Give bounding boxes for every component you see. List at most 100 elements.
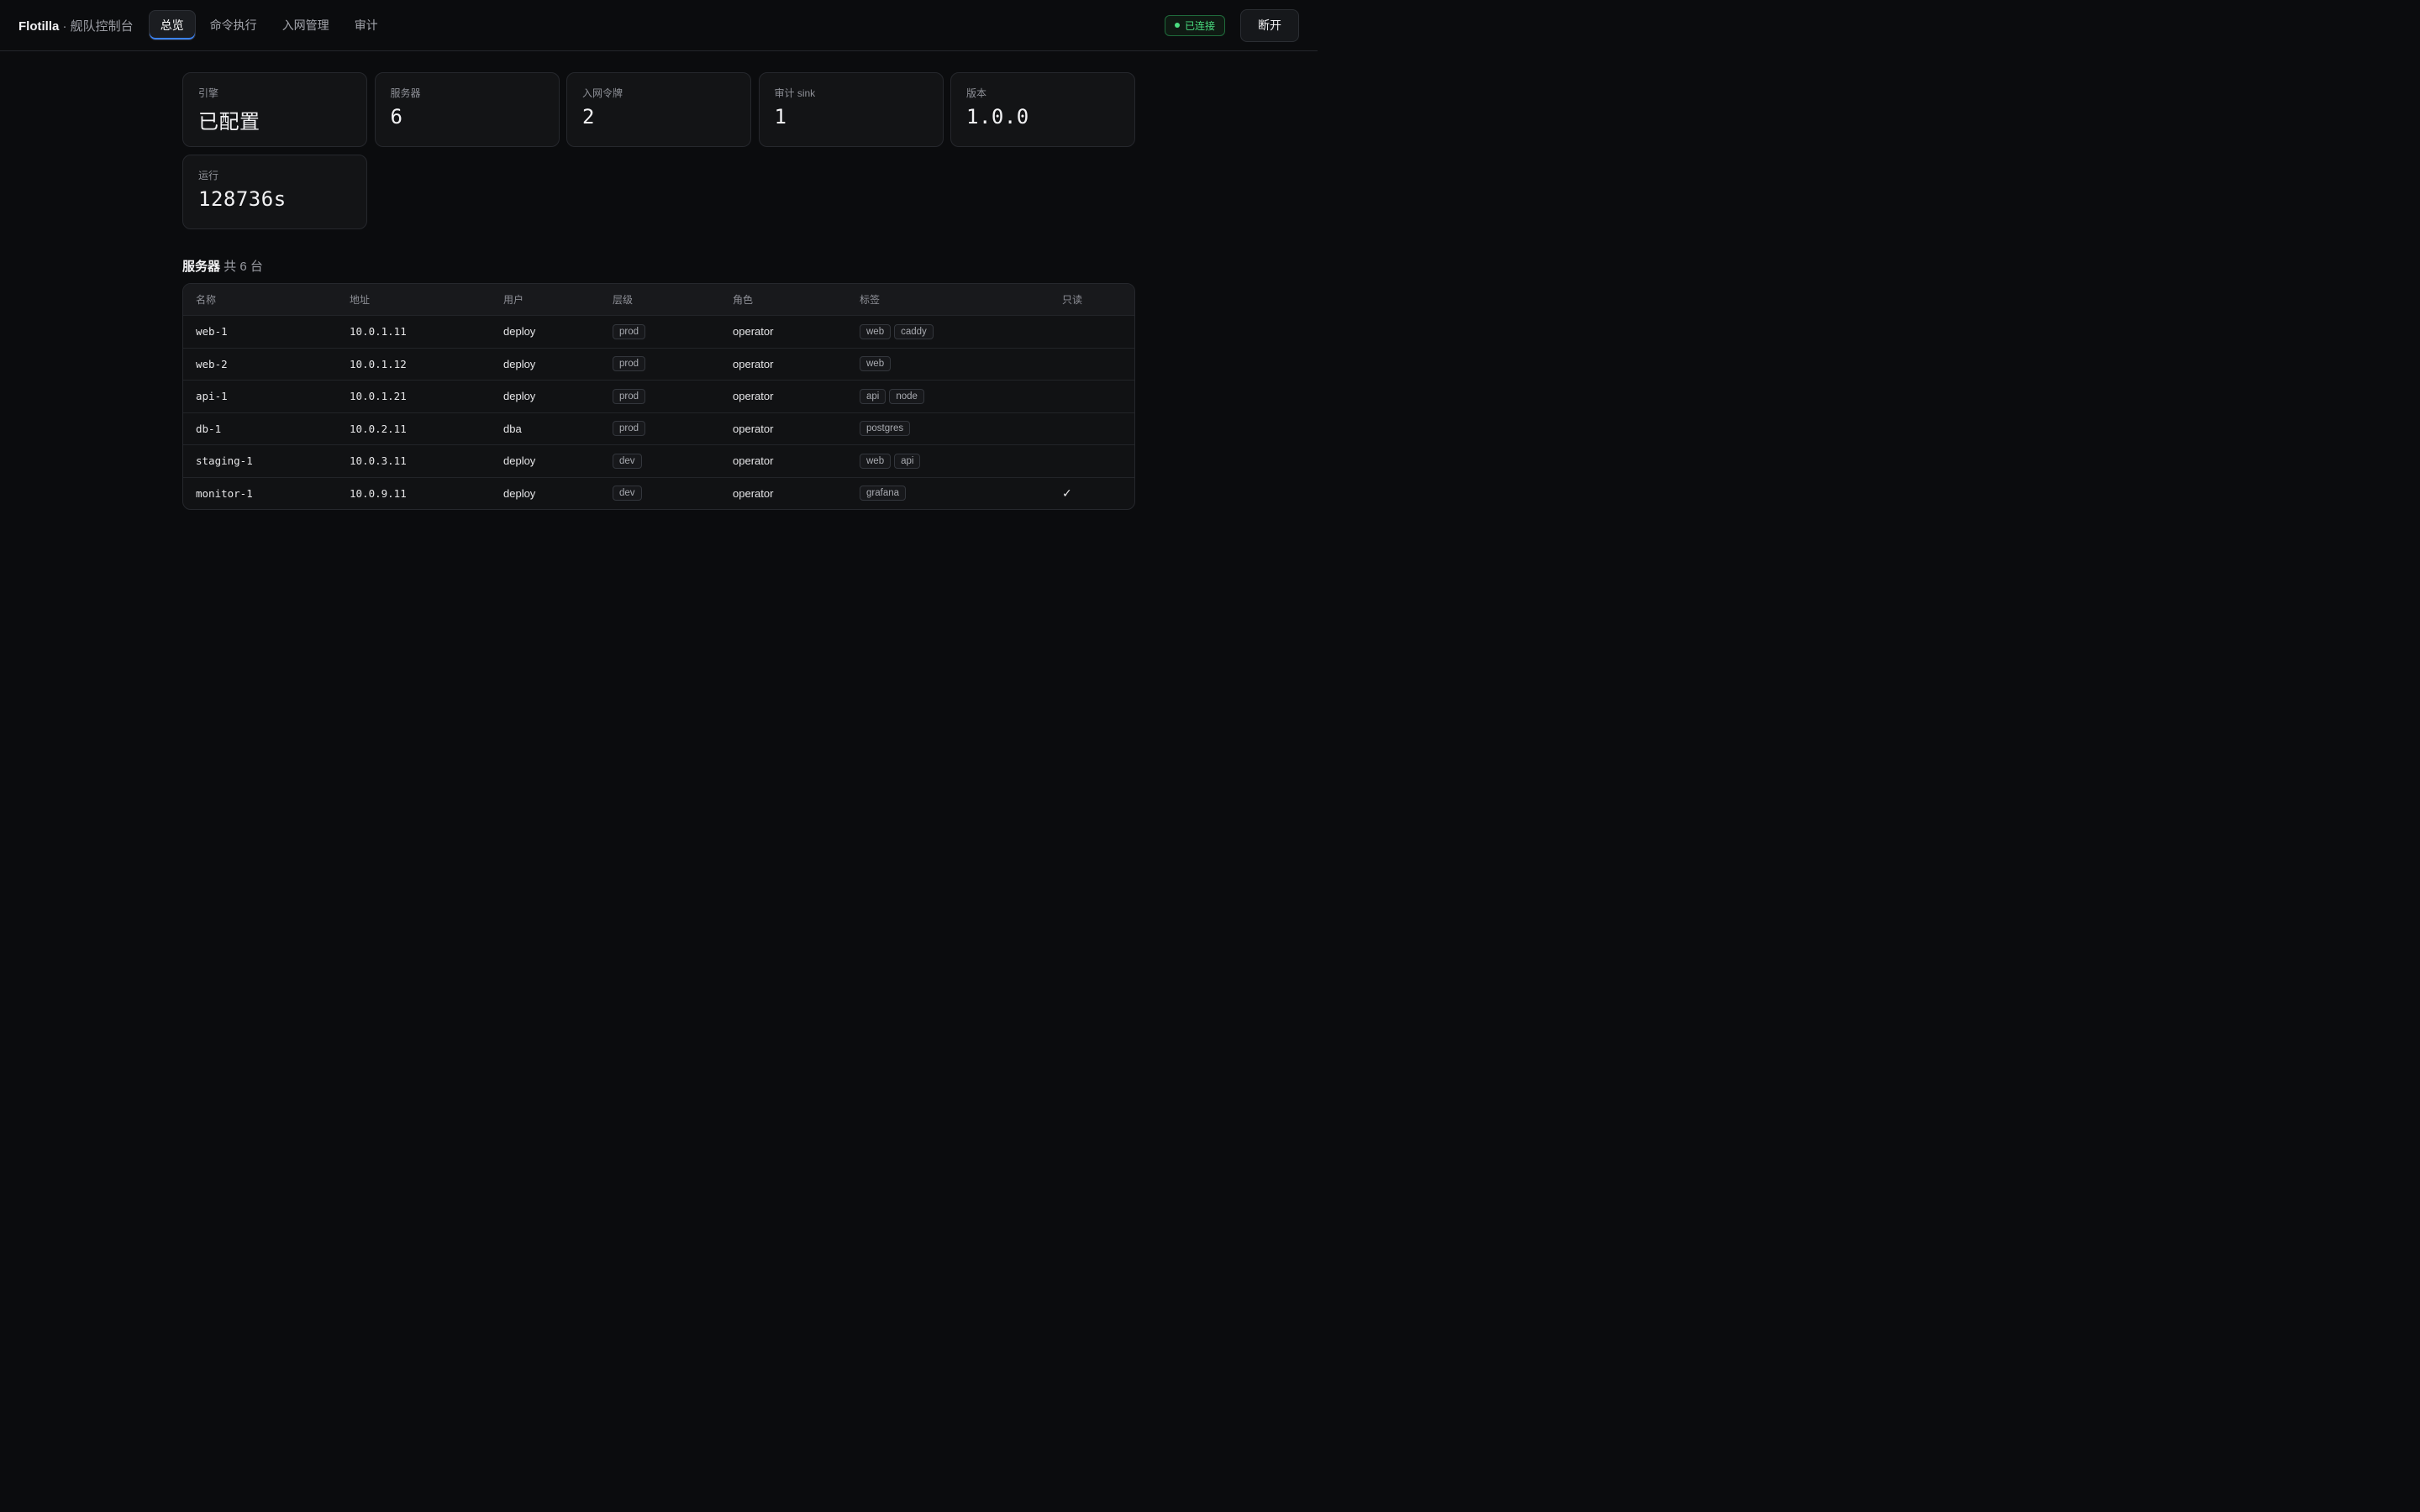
- brand: Flotilla · 舰队控制台: [18, 17, 134, 34]
- server-role: operator: [733, 454, 774, 468]
- servers-section-title: 服务器 共 6 台: [182, 257, 1135, 275]
- tier-badge: prod: [613, 421, 646, 437]
- tab-overview[interactable]: 总览: [148, 10, 196, 40]
- server-name: api-1: [196, 390, 228, 403]
- server-tier-cell: prod: [600, 421, 720, 437]
- server-tags-cell: api node: [847, 388, 1050, 404]
- server-address: 10.0.1.12: [350, 357, 407, 370]
- server-tags-cell: grafana: [847, 486, 1050, 501]
- server-user: deploy: [503, 486, 536, 500]
- connection-status-label: 已连接: [1184, 19, 1215, 32]
- column-header-name: 名称: [196, 294, 217, 306]
- tag-badge: web: [860, 323, 892, 339]
- server-address: 10.0.1.21: [350, 390, 407, 403]
- server-role: operator: [733, 325, 774, 339]
- column-header-readonly: 只读: [1062, 294, 1083, 306]
- server-address: 10.0.1.11: [350, 325, 407, 339]
- nav-tabs: 总览 命令执行 入网管理 审计: [148, 10, 389, 40]
- server-role: operator: [733, 357, 774, 370]
- server-user: dba: [503, 422, 522, 435]
- section-title-label: 服务器: [182, 260, 221, 274]
- server-address: 10.0.2.11: [350, 422, 407, 435]
- tier-badge: dev: [613, 453, 642, 469]
- column-header-address: 地址: [350, 294, 371, 306]
- server-role: operator: [733, 486, 774, 500]
- tier-badge: prod: [613, 323, 646, 339]
- status-dot-icon: [1174, 23, 1180, 28]
- stat-value: 2: [582, 105, 595, 129]
- server-user: deploy: [503, 357, 536, 370]
- tag-badge: web: [860, 356, 892, 372]
- tag-badge: web: [860, 453, 892, 469]
- stat-value: 6: [390, 105, 403, 129]
- stat-label: 服务器: [390, 87, 421, 99]
- tab-enrollment[interactable]: 入网管理: [271, 11, 340, 39]
- brand-name: Flotilla: [18, 18, 60, 34]
- stat-card-servers: 服务器 6: [374, 72, 560, 147]
- server-tier-cell: dev: [600, 453, 720, 469]
- top-bar: Flotilla · 舰队控制台 总览 命令执行 入网管理 审计 已连接 断开: [0, 0, 1318, 51]
- server-user: deploy: [503, 454, 536, 468]
- stat-cards: 引擎 已配置 服务器 6 入网令牌 2 审计 sink 1 版本 1.0.0 运…: [182, 72, 1135, 229]
- tab-command-exec[interactable]: 命令执行: [199, 11, 268, 39]
- stat-card-tokens: 入网令牌 2: [566, 72, 751, 147]
- column-header-role: 角色: [733, 294, 754, 306]
- column-header-tags: 标签: [860, 294, 881, 306]
- table-header-row: 名称 地址 用户 层级 角色 标签 只读: [183, 284, 1134, 315]
- server-role: operator: [733, 422, 774, 435]
- stat-value: 1: [774, 105, 787, 129]
- table-row[interactable]: db-1 10.0.2.11 dba prod operator postgres: [183, 412, 1134, 445]
- tag-badge: api: [894, 453, 921, 469]
- servers-table: 名称 地址 用户 层级 角色 标签 只读 web-1 10.0.1.11 deplo…: [182, 283, 1135, 510]
- server-tier-cell: prod: [600, 323, 720, 339]
- table-row[interactable]: monitor-1 10.0.9.11 deploy dev operator grafa…: [183, 476, 1134, 510]
- stat-label: 引擎: [198, 87, 219, 99]
- server-name: web-2: [196, 357, 228, 370]
- tag-badge: postgres: [860, 421, 911, 437]
- server-role: operator: [733, 390, 774, 403]
- server-tier-cell: prod: [600, 388, 720, 404]
- stat-card-uptime: 运行 128736s: [182, 155, 367, 229]
- server-tags-cell: web api: [847, 453, 1050, 469]
- stat-card-version: 版本 1.0.0: [950, 72, 1135, 147]
- table-row[interactable]: api-1 10.0.1.21 deploy prod operator api node: [183, 380, 1134, 412]
- stat-label: 运行: [198, 170, 219, 181]
- table-row[interactable]: staging-1 10.0.3.11 deploy dev operator web ap…: [183, 444, 1134, 477]
- stat-label: 入网令牌: [582, 87, 623, 99]
- tier-badge: prod: [613, 356, 646, 372]
- server-tags-cell: web: [847, 356, 1050, 372]
- server-tier-cell: dev: [600, 486, 720, 501]
- column-header-user: 用户: [503, 294, 524, 306]
- server-name: web-1: [196, 325, 228, 339]
- readonly-check-icon: ✓: [1062, 486, 1072, 500]
- server-tags-cell: postgres: [847, 421, 1050, 437]
- server-tags-cell: web caddy: [847, 323, 1050, 339]
- server-address: 10.0.9.11: [350, 486, 407, 500]
- tier-badge: prod: [613, 388, 646, 404]
- tab-audit[interactable]: 审计: [344, 11, 389, 39]
- server-name: monitor-1: [196, 486, 253, 500]
- tag-badge: grafana: [860, 486, 907, 501]
- column-header-tier: 层级: [613, 294, 634, 306]
- brand-subtitle: · 舰队控制台: [59, 18, 134, 34]
- server-address: 10.0.3.11: [350, 454, 407, 468]
- server-name: db-1: [196, 422, 222, 435]
- table-row[interactable]: web-2 10.0.1.12 deploy prod operator web: [183, 347, 1134, 381]
- server-name: staging-1: [196, 454, 253, 468]
- table-row[interactable]: web-1 10.0.1.11 deploy prod operator web caddy: [183, 315, 1134, 348]
- stat-card-audit-sink: 审计 sink 1: [758, 72, 944, 147]
- stat-label: 审计 sink: [774, 87, 816, 99]
- disconnect-button[interactable]: 断开: [1240, 8, 1299, 42]
- stat-value: 128736s: [198, 187, 287, 211]
- server-count: 共 6 台: [220, 260, 263, 274]
- connection-status-badge: 已连接: [1164, 14, 1225, 36]
- stat-card-engine: 引擎 已配置: [182, 72, 367, 147]
- tag-badge: caddy: [894, 323, 934, 339]
- tier-badge: dev: [613, 486, 642, 501]
- server-user: deploy: [503, 325, 536, 339]
- main-content: 引擎 已配置 服务器 6 入网令牌 2 审计 sink 1 版本 1.0.0 运…: [182, 72, 1135, 510]
- stat-value: 1.0.0: [966, 105, 1029, 129]
- stat-value: 已配置: [198, 110, 260, 134]
- server-tier-cell: prod: [600, 356, 720, 372]
- tag-badge: api: [860, 388, 886, 404]
